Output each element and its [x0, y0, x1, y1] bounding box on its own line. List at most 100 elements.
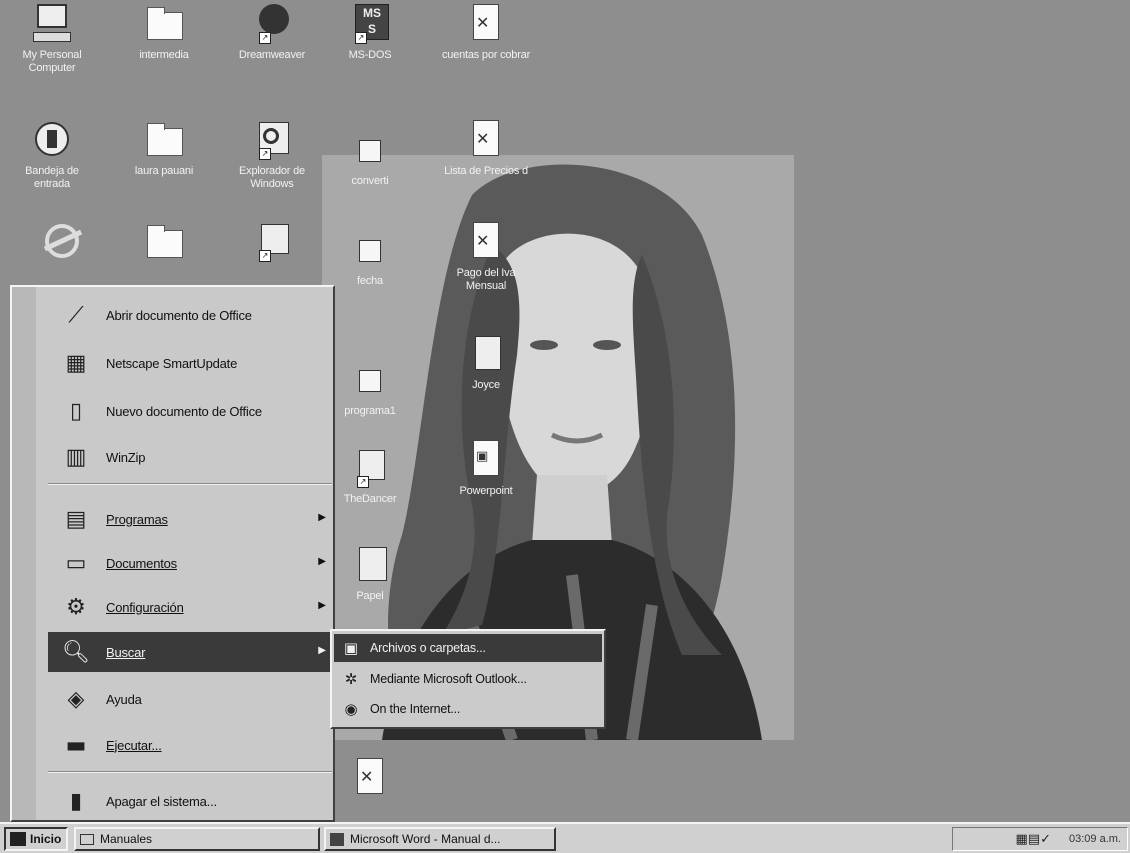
- desktop-icon-ms-dos[interactable]: MS S ↗ MS-DOS: [324, 4, 416, 62]
- new-office-document-icon: ▯: [69, 398, 83, 424]
- desktop-icon-internet-explorer[interactable]: [16, 222, 108, 262]
- file-shortcut-icon: [349, 130, 391, 170]
- computer-icon: [31, 4, 73, 44]
- desktop-icon-pago-del-iva[interactable]: ✕ Pago del Iva Mensual: [440, 222, 532, 293]
- desktop-icon-dreamweaver[interactable]: ↗ Dreamweaver: [226, 4, 318, 62]
- menu-item-apagar-el-sistema[interactable]: ▮ Apagar el sistema...: [40, 781, 332, 821]
- submenu-item-archivos-o-carpetas[interactable]: ▣ Archivos o carpetas...: [334, 634, 602, 662]
- submenu-item-label: Archivos o carpetas...: [370, 641, 486, 655]
- desktop-icon-label: Dreamweaver: [238, 49, 306, 61]
- desktop-icon-label: programa1: [344, 405, 396, 417]
- file-shortcut-icon: [349, 230, 391, 270]
- taskbar: Inicio Manuales Microsoft Word - Manual …: [0, 822, 1130, 853]
- submenu-arrow-icon: ▶: [318, 556, 326, 567]
- desktop-icon-my-personal-computer[interactable]: My Personal Computer: [6, 4, 98, 75]
- start-button-label: Inicio: [30, 832, 62, 846]
- winzip-icon: ▥: [65, 444, 87, 470]
- desktop-icon-laura-pauani[interactable]: laura pauani: [118, 120, 210, 178]
- submenu-item-microsoft-outlook[interactable]: ✲ Mediante Microsoft Outlook...: [334, 665, 602, 693]
- desktop-icon-intermedia[interactable]: intermedia: [118, 4, 210, 62]
- taskbar-button-label: Manuales: [100, 832, 153, 846]
- menu-item-label: Apagar el sistema...: [106, 793, 217, 809]
- menu-item-abrir-documento[interactable]: ⟋ Abrir documento de Office: [40, 295, 332, 335]
- desktop-icon-label: intermedia: [139, 49, 189, 61]
- netscape-smartupdate-icon: ▦: [65, 350, 87, 376]
- start-button[interactable]: Inicio: [4, 827, 68, 851]
- program-shortcut-icon: ↗: [349, 448, 391, 488]
- word-icon: [330, 832, 344, 846]
- menu-item-label: Documentos: [106, 555, 177, 571]
- application-icon: [349, 545, 391, 585]
- help-icon: ◈: [67, 686, 85, 712]
- submenu-item-label: Mediante Microsoft Outlook...: [370, 672, 527, 686]
- menu-item-label: Netscape SmartUpdate: [106, 355, 238, 371]
- submenu-item-label: On the Internet...: [370, 702, 461, 716]
- desktop-icon-label: Bandeja de entrada: [25, 165, 79, 190]
- menu-item-documentos[interactable]: ▭ Documentos ▶: [40, 543, 332, 583]
- desktop-icon-label: My Personal Computer: [22, 49, 82, 74]
- submenu-arrow-icon: ▶: [318, 512, 326, 523]
- windows-explorer-icon: ↗: [251, 120, 293, 160]
- desktop-icon-label: Papel: [356, 590, 384, 602]
- shutdown-icon: ▮: [69, 788, 83, 814]
- desktop-icon-lista-de-precios[interactable]: ✕ Lista de Precios d: [440, 120, 532, 178]
- desktop-icon-fecha[interactable]: fecha: [324, 230, 416, 288]
- desktop-icon-joyce[interactable]: Joyce: [440, 334, 532, 392]
- menu-item-ayuda[interactable]: ◈ Ayuda: [40, 679, 332, 719]
- desktop-icon-papel[interactable]: Papel: [324, 545, 416, 603]
- desktop-icon-label: Explorador de Windows: [239, 165, 305, 190]
- documents-icon: ▭: [65, 550, 87, 576]
- menu-separator: [48, 483, 332, 485]
- submenu-arrow-icon: ▶: [318, 600, 326, 611]
- desktop-icon-folder[interactable]: [118, 222, 210, 262]
- menu-item-programas[interactable]: ▤ Programas ▶: [40, 499, 332, 539]
- start-menu-banner: [12, 287, 36, 820]
- folder-icon: [80, 833, 94, 845]
- menu-item-label: Ejecutar...: [106, 737, 162, 753]
- start-menu: ⟋ Abrir documento de Office ▦ Netscape S…: [10, 285, 335, 822]
- desktop-icon-programa1[interactable]: programa1: [324, 360, 416, 418]
- desktop-icon-explorador-de-windows[interactable]: ↗ Explorador de Windows: [226, 120, 318, 191]
- dreamweaver-icon: ↗: [251, 4, 293, 44]
- menu-item-nuevo-documento[interactable]: ▯ Nuevo documento de Office: [40, 391, 332, 431]
- outlook-icon: ✲: [344, 670, 358, 688]
- desktop-icon-label: cuentas por cobrar: [441, 49, 531, 61]
- desktop-icon-bandeja-de-entrada[interactable]: Bandeja de entrada: [6, 120, 98, 191]
- menu-item-buscar[interactable]: 🔍︎ Buscar ▶: [48, 632, 332, 672]
- desktop-icon-thedancer[interactable]: ↗ TheDancer: [324, 448, 416, 506]
- taskbar-button-microsoft-word[interactable]: Microsoft Word - Manual d...: [324, 827, 556, 851]
- folder-icon: [143, 4, 185, 44]
- desktop-icon-label: Pago del Iva Mensual: [456, 267, 516, 292]
- system-tray: ▦▤✓ 03:09 a.m.: [952, 827, 1128, 851]
- desktop-icon-label: converti: [351, 175, 389, 187]
- desktop-icon-excel-document[interactable]: ✕: [324, 758, 416, 798]
- desktop-icon-label: fecha: [357, 275, 383, 287]
- desktop-icon-converti[interactable]: converti: [324, 130, 416, 188]
- menu-item-configuracion[interactable]: ⚙ Configuración ▶: [40, 587, 332, 627]
- files-or-folders-icon: ▣: [343, 639, 359, 657]
- menu-item-netscape-smartupdate[interactable]: ▦ Netscape SmartUpdate: [40, 343, 332, 383]
- run-icon: ▬: [65, 732, 87, 758]
- tray-icons[interactable]: ▦▤✓: [1016, 832, 1051, 847]
- powerpoint-document-icon: ▣: [465, 440, 507, 480]
- desktop-icon-powerpoint[interactable]: ▣ Powerpoint: [440, 440, 532, 498]
- desktop-icon-cuentas-por-cobrar[interactable]: ✕ cuentas por cobrar: [440, 4, 532, 62]
- excel-document-icon: ✕: [349, 758, 391, 798]
- excel-document-icon: ✕: [465, 120, 507, 160]
- excel-document-icon: ✕: [465, 222, 507, 262]
- internet-search-icon: ◉: [344, 700, 358, 718]
- program-shortcut-icon: ↗: [251, 222, 293, 262]
- menu-item-winzip[interactable]: ▥ WinZip: [40, 437, 332, 477]
- desktop-icon-label: MS-DOS: [348, 49, 392, 61]
- buscar-submenu: ▣ Archivos o carpetas... ✲ Mediante Micr…: [330, 629, 606, 729]
- desktop-icon-label: Joyce: [472, 379, 500, 391]
- menu-item-label: Ayuda: [106, 691, 142, 707]
- taskbar-button-manuales[interactable]: Manuales: [74, 827, 320, 851]
- menu-item-ejecutar[interactable]: ▬ Ejecutar...: [40, 725, 332, 765]
- submenu-item-on-the-internet[interactable]: ◉ On the Internet...: [334, 695, 602, 723]
- internet-explorer-icon: [41, 222, 83, 262]
- desktop-icon-program-shortcut[interactable]: ↗: [226, 222, 318, 262]
- file-shortcut-icon: [349, 360, 391, 400]
- menu-item-label: Configuración: [106, 599, 184, 615]
- desktop-icon-label: TheDancer: [343, 493, 397, 505]
